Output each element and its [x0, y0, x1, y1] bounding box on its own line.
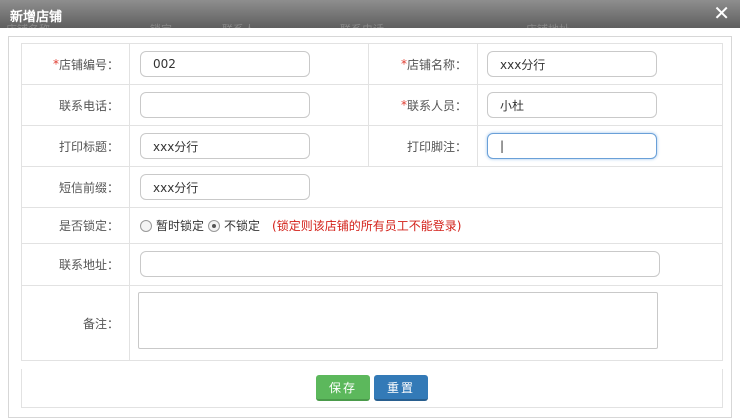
contact-input[interactable]: [487, 92, 657, 118]
radio-no-lock-label[interactable]: 不锁定: [224, 217, 260, 234]
remark-textarea[interactable]: [138, 292, 658, 349]
locked-label: 是否锁定：: [22, 208, 130, 243]
print-footer-input[interactable]: [487, 133, 657, 159]
row-locked: 是否锁定： 暂时锁定 不锁定 (锁定则该店铺的所有员工不能登录): [22, 208, 722, 244]
store-no-label-text: 店铺编号：: [58, 57, 119, 72]
print-title-input[interactable]: [140, 133, 310, 159]
contact-label-text: 联系人员：: [406, 98, 467, 113]
form-table: *店铺编号： *店铺名称： 联系电话： *联系人员：: [21, 43, 723, 361]
dialog-body: *店铺编号： *店铺名称： 联系电话： *联系人员：: [0, 28, 740, 420]
locked-label-text: 是否锁定：: [58, 219, 119, 233]
remark-label: 备注：: [22, 286, 130, 360]
store-name-label-text: 店铺名称：: [406, 57, 467, 72]
row-address: 联系地址：: [22, 244, 722, 286]
row-remark: 备注：: [22, 286, 722, 360]
sms-prefix-input[interactable]: [140, 174, 310, 200]
phone-label-text: 联系电话：: [58, 98, 119, 113]
phone-input[interactable]: [140, 92, 310, 118]
reset-button[interactable]: 重置: [374, 375, 428, 401]
store-no-input[interactable]: [140, 51, 310, 77]
row-print-title: 打印标题： 打印脚注：: [22, 126, 722, 167]
print-title-label-text: 打印标题：: [58, 139, 119, 154]
print-footer-label-text: 打印脚注：: [406, 139, 467, 154]
radio-temp-lock-label[interactable]: 暂时锁定: [156, 217, 204, 234]
contact-label: * 联系人员：: [368, 85, 478, 125]
address-input[interactable]: [140, 251, 660, 277]
store-name-input[interactable]: [487, 51, 657, 77]
sms-prefix-label: 短信前缀：: [22, 167, 130, 207]
radio-temp-lock[interactable]: [140, 219, 152, 232]
row-store-no: *店铺编号： *店铺名称：: [22, 44, 722, 85]
add-store-dialog: 新增店铺 ✕ 店铺名称 锁定 联系人 联系电话 店铺地址 *店铺编号： *店铺名…: [0, 0, 740, 420]
save-button[interactable]: 保存: [316, 375, 370, 401]
phone-label: 联系电话：: [22, 85, 130, 125]
form-frame: *店铺编号： *店铺名称： 联系电话： *联系人员：: [8, 36, 732, 418]
button-bar: 保存 重置: [21, 369, 723, 408]
store-no-label: * 店铺编号：: [22, 44, 130, 84]
lock-hint: (锁定则该店铺的所有员工不能登录): [272, 219, 462, 233]
address-label: 联系地址：: [22, 244, 130, 285]
print-footer-label: 打印脚注：: [368, 126, 478, 166]
print-title-label: 打印标题：: [22, 126, 130, 166]
radio-no-lock[interactable]: [208, 219, 221, 232]
store-name-label: * 店铺名称：: [368, 44, 478, 84]
row-sms-prefix: 短信前缀：: [22, 167, 722, 208]
locked-radio-group: 暂时锁定 不锁定 (锁定则该店铺的所有员工不能登录): [140, 208, 461, 243]
sms-prefix-label-text: 短信前缀：: [58, 180, 119, 195]
remark-label-text: 备注：: [82, 316, 119, 331]
row-phone: 联系电话： * 联系人员：: [22, 85, 722, 126]
address-label-text: 联系地址：: [58, 258, 119, 272]
